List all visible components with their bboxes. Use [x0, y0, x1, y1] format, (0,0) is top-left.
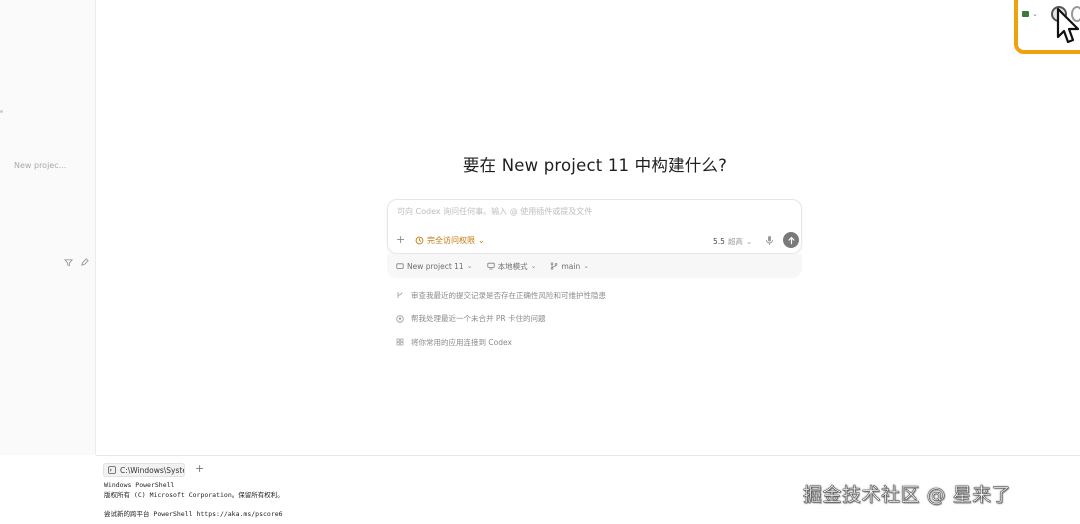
chevron-down-icon: ⌄ [466, 262, 473, 270]
access-permission-dropdown[interactable]: 完全访问权限 ⌄ [415, 235, 485, 246]
model-version: 5.5 [713, 237, 725, 246]
chevron-down-icon: ⌄ [530, 262, 537, 270]
terminal-line: Windows PowerShell [104, 481, 175, 489]
chevron-down-icon: ⌄ [1032, 10, 1038, 18]
chevron-down-icon: ⌄ [478, 236, 485, 245]
arrow-up-icon [787, 236, 795, 244]
suggestion-list: 审查我最近的提交记录是否存在正确性风险和可维护性隐患 帮我处理最近一个未合并 P… [396, 289, 606, 360]
git-commit-icon [397, 292, 403, 298]
prompt-input[interactable] [397, 207, 787, 216]
suggestion-text: 将你常用的应用连接到 Codex [411, 337, 512, 347]
terminal-line: 尝试新的跨平台 PowerShell https://aka.ms/pscore… [104, 509, 283, 518]
mouse-cursor-icon [1056, 7, 1080, 44]
add-attachment-button[interactable]: + [396, 234, 405, 246]
monitor-icon [486, 262, 495, 270]
new-chat-icon[interactable] [79, 257, 89, 267]
model-level: 超高 [727, 237, 743, 246]
filter-icon[interactable] [63, 257, 73, 267]
page-title: 要在 New project 11 中构建什么? [462, 156, 728, 175]
terminal-output[interactable]: Windows PowerShell 版权所有 (C) Microsoft Co… [104, 481, 284, 519]
sidebar-dot [0, 110, 3, 113]
terminal-tab-label: C:\Windows\Syste [120, 465, 185, 475]
folder-icon [396, 263, 404, 270]
terminal-icon [108, 466, 116, 474]
terminal-line: 版权所有 (C) Microsoft Corporation。保留所有权利。 [104, 490, 284, 499]
watermark: 掘金技术社区 @ 星来了 [803, 484, 1012, 507]
sidebar-tools [63, 257, 89, 267]
suggestion-text: 帮我处理最近一个未合并 PR 卡住的问题 [411, 314, 546, 323]
chevron-down-icon: ⌄ [583, 262, 590, 270]
mode-label: 本地模式 [497, 261, 528, 271]
mode-selector[interactable]: 本地模式 ⌄ [486, 261, 537, 272]
apps-icon [396, 338, 404, 346]
project-name: New project 11 [407, 261, 464, 271]
context-bar: New project 11 ⌄ 本地模式 ⌄ main ⌄ [387, 254, 802, 278]
composer: + 完全访问权限 ⌄ 5.5 超高 ⌄ [387, 199, 802, 254]
suggestion-item[interactable]: 审查我最近的提交记录是否存在正确性风险和可维护性隐患 [396, 289, 606, 301]
suggestion-item[interactable]: 帮我处理最近一个未合并 PR 卡住的问题 [396, 313, 606, 325]
model-selector[interactable]: 5.5 超高 ⌄ [713, 236, 752, 247]
branch-selector[interactable]: main ⌄ [550, 262, 589, 271]
new-terminal-button[interactable]: + [195, 462, 204, 475]
project-selector[interactable]: New project 11 ⌄ [396, 262, 473, 271]
access-label: 完全访问权限 [427, 236, 475, 245]
sidebar-item-project[interactable]: New projec... [14, 161, 66, 170]
github-icon [396, 314, 404, 323]
terminal-tab[interactable]: C:\Windows\Syste [103, 463, 185, 477]
suggestion-item[interactable]: 将你常用的应用连接到 Codex [396, 336, 606, 348]
microphone-icon[interactable] [765, 235, 774, 246]
git-branch-icon [551, 262, 558, 270]
shield-icon [415, 236, 424, 245]
open-in-button[interactable]: ⌄ [1022, 10, 1038, 18]
send-button[interactable] [783, 232, 799, 248]
chevron-down-icon: ⌄ [745, 237, 753, 246]
suggestion-text: 审查我最近的提交记录是否存在正确性风险和可维护性隐患 [411, 290, 606, 300]
folder-icon [1022, 11, 1029, 17]
sidebar: New projec... [0, 0, 96, 455]
branch-name: main [561, 261, 581, 271]
